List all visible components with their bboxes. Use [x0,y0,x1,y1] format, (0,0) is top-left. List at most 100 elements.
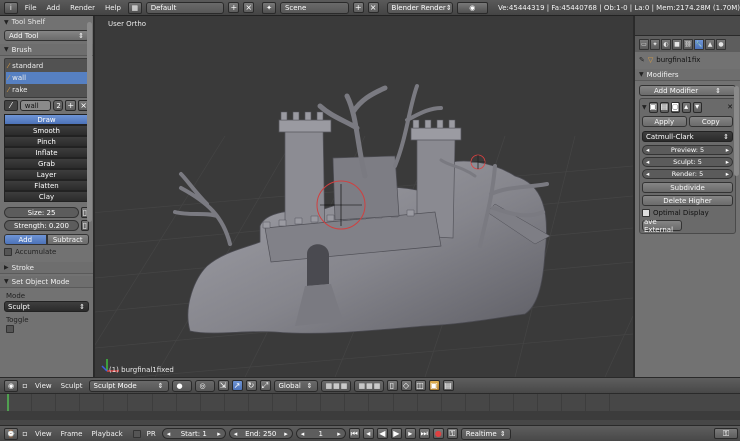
scene-tab-icon[interactable]: ✦ [650,38,660,50]
menu-file[interactable]: File [22,4,40,12]
editor-type-icon[interactable]: i [4,1,18,14]
decrement-icon[interactable]: ◂ [301,430,305,438]
keyframe-insert-icon[interactable]: ⚿ [714,428,738,439]
data-tab-icon[interactable]: ▲ [705,38,715,50]
opengl-anim-icon[interactable]: ▤ [442,380,454,391]
start-frame-field[interactable]: ◂ Start: 1 ▸ [161,428,226,439]
close-icon[interactable]: ✕ [727,103,733,111]
remove-layout-button[interactable]: × [243,2,255,13]
record-icon[interactable]: ● [432,428,444,439]
render-levels-field[interactable]: ◂ Render: 5 ▸ [642,169,733,179]
tool-clay-button[interactable]: Clay [4,191,89,202]
preview-levels-field[interactable]: ◂ Preview: 5 ▸ [642,145,733,155]
tool-smooth-button[interactable]: Smooth [4,125,89,136]
add-tool-select[interactable]: Add Tool ⇕ [4,30,89,41]
rotate-manipulator-icon[interactable]: ↻ [245,380,257,391]
increment-icon[interactable]: ▸ [726,146,729,154]
jump-end-icon[interactable]: ⏭ [418,428,430,439]
menu-collapse-icon[interactable]: ▫ [21,380,29,391]
menu-frame[interactable]: Frame [58,430,86,438]
play-icon[interactable]: ▶ [390,428,402,439]
menu-add[interactable]: Add [44,4,64,12]
increment-icon[interactable]: ▸ [337,430,341,438]
tool-flatten-button[interactable]: Flatten [4,180,89,191]
screen-layout-icon[interactable]: ▦ [127,1,142,14]
brush-item-rake[interactable]: ⁄ rake [6,84,87,96]
increment-icon[interactable]: ▸ [726,158,729,166]
optimal-display-row[interactable]: Optimal Display [642,209,733,217]
render-preview-icon[interactable]: ◫ [414,380,426,391]
decrement-icon[interactable]: ◂ [646,170,649,178]
material-tab-icon[interactable]: ● [716,38,726,50]
end-frame-field[interactable]: ◂ End: 250 ▸ [228,428,293,439]
add-layout-button[interactable]: + [228,2,240,13]
viewport-shading-select[interactable]: ● [171,379,192,392]
layers-widget-2[interactable]: ▦▦▦ [353,379,384,392]
move-up-icon[interactable]: ▴ [681,101,691,113]
copy-button[interactable]: Copy [688,116,733,127]
sync-mode-select[interactable]: Realtime ⇕ [460,427,511,440]
snap-lock-icon[interactable]: ▯ [386,380,398,391]
manipulator-toggle-icon[interactable]: ⇲ [217,380,229,391]
editor-type-icon[interactable]: ◉ [4,379,18,392]
pin-icon[interactable]: ✎ [639,56,645,64]
brush-item-wall[interactable]: ⁄ wall [6,72,87,84]
modifiers-tab-icon[interactable]: 🔧 [694,38,704,50]
layers-widget[interactable]: ▦▦▦ [320,379,351,392]
editor-type-icon[interactable]: ⌚ [4,427,18,440]
tool-pinch-button[interactable]: Pinch [4,136,89,147]
menu-view[interactable]: View [32,382,55,390]
add-modifier-button[interactable]: Add Modifier ⇕ [639,85,736,96]
add-direction-button[interactable]: Add [4,234,47,245]
play-reverse-icon[interactable]: ◀ [376,428,388,439]
preview-range-checkbox[interactable] [132,429,141,438]
constraints-tab-icon[interactable]: ⛓ [683,38,693,50]
optimal-display-checkbox[interactable] [642,209,650,217]
menu-render[interactable]: Render [67,4,98,12]
subtract-direction-button[interactable]: Subtract [46,234,89,245]
translate-manipulator-icon[interactable]: ↗ [231,380,243,391]
set-object-mode-header[interactable]: ▼ Set Object Mode [0,276,93,288]
next-keyframe-icon[interactable]: ▸ [404,428,416,439]
menu-sculpt[interactable]: Sculpt [58,382,86,390]
size-slider[interactable]: Size: 25 [4,207,79,218]
increment-icon[interactable]: ▸ [726,170,729,178]
tool-inflate-button[interactable]: Inflate [4,147,89,158]
pivot-point-select[interactable]: ◎ [194,379,215,392]
strength-slider[interactable]: Strength: 0.200 [4,220,79,231]
decrement-icon[interactable]: ◂ [646,158,649,166]
menu-playback[interactable]: Playback [88,430,125,438]
subdivide-button[interactable]: Subdivide [642,182,733,193]
move-down-icon[interactable]: ▾ [692,101,702,113]
tool-draw-button[interactable]: Draw [4,114,89,125]
toggle-checkbox[interactable] [6,325,14,333]
timeline[interactable]: 1020304050607080901001101201301401501601… [0,393,740,425]
interaction-mode-select[interactable]: Sculpt Mode ⇕ [88,379,169,392]
save-external-button[interactable]: ave External [642,218,682,234]
add-scene-button[interactable]: + [352,2,364,13]
timeline-ruler[interactable] [0,411,740,420]
brush-users-count[interactable]: 2 [53,100,64,111]
editmode-toggle-icon[interactable]: ▤ [659,101,669,113]
decrement-icon[interactable]: ◂ [234,430,238,438]
scale-manipulator-icon[interactable]: ⤢ [259,380,271,391]
remove-scene-button[interactable]: × [367,2,379,13]
keying-set-icon[interactable]: ⚿ [446,428,458,439]
add-brush-button[interactable]: + [65,100,77,111]
decrement-icon[interactable]: ◂ [646,146,649,154]
subdivision-type-select[interactable]: Catmull-Clark ⇕ [642,131,733,142]
accumulate-row[interactable]: Accumulate [4,248,89,256]
jump-start-icon[interactable]: ⏮ [348,428,360,439]
increment-icon[interactable]: ▸ [284,430,288,438]
tool-shelf-scrollbar[interactable] [87,22,92,222]
brush-name-field[interactable]: wall [19,100,52,111]
properties-scrollbar[interactable] [734,86,739,176]
render-engine-select[interactable]: Blender Render ⇕ [386,1,453,14]
snap-toggle-icon[interactable]: ◇ [400,380,412,391]
apply-button[interactable]: Apply [642,116,687,127]
render-toggle-icon[interactable]: ◙ [670,101,680,113]
stroke-panel-header[interactable]: ▶ Stroke [0,262,93,274]
opengl-render-icon[interactable]: ▣ [428,380,440,391]
increment-icon[interactable]: ▸ [217,430,221,438]
3d-viewport[interactable]: User Ortho (1) burgfinal1fixed [95,16,633,377]
